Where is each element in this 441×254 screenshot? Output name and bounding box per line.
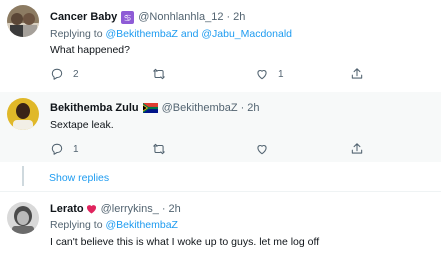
timestamp[interactable]: 2h — [233, 9, 245, 25]
like-button[interactable] — [255, 142, 269, 156]
display-name[interactable]: Bekithemba Zulu — [50, 100, 139, 116]
retweet-icon — [153, 143, 165, 155]
tweet-actions: 2 1 — [50, 67, 410, 81]
red-heart-icon — [86, 204, 97, 214]
svg-text:♋: ♋ — [124, 14, 132, 24]
tweet-cancer-baby[interactable]: Cancer Baby ♋ @Nonhlanhla_12 · 2h Replyi… — [0, 0, 441, 92]
tweet-actions: 1 — [50, 142, 410, 156]
tweet-text: I can't believe this is what I woke up t… — [50, 236, 320, 248]
share-icon — [351, 143, 363, 154]
share-button[interactable] — [350, 67, 364, 81]
reply-icon — [51, 143, 63, 155]
mention-link[interactable]: @BekithembaZ — [105, 219, 178, 231]
avatar[interactable] — [7, 98, 39, 130]
separator-dot: · — [240, 102, 245, 114]
replying-label: Replying to — [50, 28, 103, 40]
retweet-icon — [153, 68, 165, 80]
timestamp[interactable]: 2h — [169, 201, 181, 217]
replying-label: Replying to — [50, 219, 103, 231]
tweet-text: What happened? — [50, 44, 130, 56]
reply-count: 2 — [73, 68, 79, 80]
like-button[interactable]: 1 — [255, 67, 284, 81]
heart-icon — [257, 70, 267, 80]
mention-link[interactable]: @Jabu_Macdonald — [201, 28, 292, 40]
like-count: 1 — [278, 68, 284, 80]
tweet-header: Bekithemba Zulu @BekithembaZ · 2h — [50, 100, 433, 116]
replying-to: Replying to @BekithembaZ and @Jabu_Macdo… — [50, 27, 433, 41]
separator-dot: · — [161, 203, 166, 215]
reply-button[interactable]: 2 — [50, 67, 79, 81]
thread-line — [22, 166, 24, 186]
mention-link[interactable]: @BekithembaZ — [105, 28, 178, 40]
retweet-button[interactable] — [152, 67, 175, 81]
tweet-header: Cancer Baby ♋ @Nonhlanhla_12 · 2h — [50, 9, 433, 25]
south-africa-flag-icon — [142, 103, 158, 113]
reply-icon — [51, 68, 63, 80]
avatar[interactable] — [7, 5, 39, 37]
reply-button[interactable]: 1 — [50, 142, 79, 156]
tweet-header: Lerato @lerrykins_ · 2h — [50, 201, 433, 217]
replying-to: Replying to @BekithembaZ — [50, 218, 433, 232]
user-handle[interactable]: @BekithembaZ — [162, 100, 238, 116]
share-button[interactable] — [350, 142, 364, 156]
user-handle[interactable]: @lerrykins_ — [101, 201, 159, 217]
cancer-zodiac-icon: ♋ — [121, 10, 135, 24]
display-name[interactable]: Lerato — [50, 201, 84, 217]
timestamp[interactable]: 2h — [247, 100, 259, 116]
show-replies-link[interactable]: Show replies — [49, 172, 109, 184]
share-icon — [351, 68, 363, 79]
display-name[interactable]: Cancer Baby — [50, 9, 117, 25]
avatar[interactable] — [7, 202, 39, 234]
retweet-button[interactable] — [152, 142, 166, 156]
reply-count: 1 — [73, 143, 79, 155]
tweet-lerato[interactable]: Lerato @lerrykins_ · 2h Replying to @Bek… — [0, 192, 441, 254]
separator-dot: · — [226, 11, 231, 23]
mention-and: and — [180, 28, 199, 40]
tweet-bekithemba-zulu[interactable]: Bekithemba Zulu @BekithembaZ · 2h Sextap… — [0, 92, 441, 162]
tweet-text: Sextape leak. — [50, 119, 114, 131]
heart-icon — [257, 145, 267, 155]
user-handle[interactable]: @Nonhlanhla_12 — [138, 9, 223, 25]
